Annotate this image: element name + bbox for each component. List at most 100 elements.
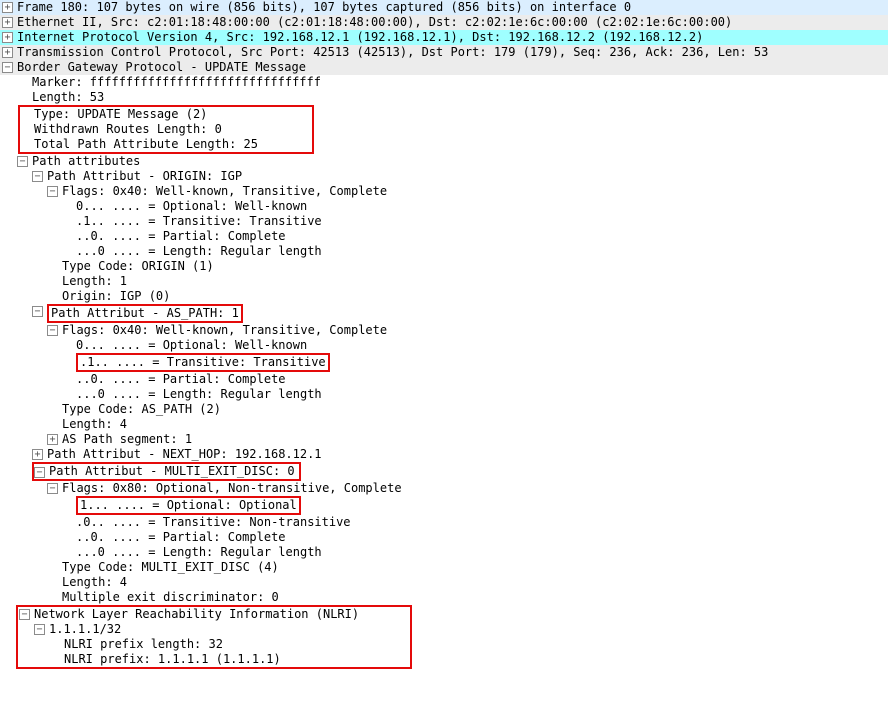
origin-len-row[interactable]: Length: 1 (0, 274, 888, 289)
bgp-type: Type: UPDATE Message (2) (34, 107, 207, 122)
ethernet-summary: Ethernet II, Src: c2:01:18:48:00:00 (c2:… (17, 15, 732, 30)
expand-icon[interactable] (2, 2, 13, 13)
collapse-icon[interactable] (32, 171, 43, 182)
origin-typecode-row[interactable]: Type Code: ORIGIN (1) (0, 259, 888, 274)
nlri-plen: NLRI prefix length: 32 (64, 637, 223, 652)
expand-icon[interactable] (2, 17, 13, 28)
collapse-icon[interactable] (32, 306, 43, 317)
nlri-pval: NLRI prefix: 1.1.1.1 (1.1.1.1) (64, 652, 281, 667)
expand-icon[interactable] (32, 449, 43, 460)
aspath-seg: AS Path segment: 1 (62, 432, 192, 447)
origin-b1-row[interactable]: .1.. .... = Transitive: Transitive (0, 214, 888, 229)
aspath-len: Length: 4 (62, 417, 127, 432)
bgp-totalpath: Total Path Attribute Length: 25 (34, 137, 258, 152)
collapse-icon[interactable] (17, 156, 28, 167)
med-flags-row[interactable]: Flags: 0x80: Optional, Non-transitive, C… (0, 481, 888, 496)
ip-summary: Internet Protocol Version 4, Src: 192.16… (17, 30, 703, 45)
aspath-b2: ..0. .... = Partial: Complete (76, 372, 286, 387)
med-b3-row[interactable]: ...0 .... = Length: Regular length (0, 545, 888, 560)
origin-typecode: Type Code: ORIGIN (1) (62, 259, 214, 274)
aspath-b1-row[interactable]: .1.. .... = Transitive: Transitive (0, 353, 888, 372)
bgp-length: Length: 53 (32, 90, 104, 105)
collapse-icon[interactable] (34, 467, 45, 478)
origin-title: Path Attribut - ORIGIN: IGP (47, 169, 242, 184)
bgp-row[interactable]: Border Gateway Protocol - UPDATE Message (0, 60, 888, 75)
aspath-b3-row[interactable]: ...0 .... = Length: Regular length (0, 387, 888, 402)
nlri-row[interactable]: Network Layer Reachability Information (… (18, 607, 410, 622)
origin-b0-row[interactable]: 0... .... = Optional: Well-known (0, 199, 888, 214)
med-title: Path Attribut - MULTI_EXIT_DISC: 0 (49, 464, 295, 479)
nlri-title: Network Layer Reachability Information (… (34, 607, 359, 622)
origin-len: Length: 1 (62, 274, 127, 289)
origin-b3: ...0 .... = Length: Regular length (76, 244, 322, 259)
bgp-marker-row[interactable]: Marker: ffffffffffffffffffffffffffffffff (0, 75, 888, 90)
bgp-totalpath-row[interactable]: Total Path Attribute Length: 25 (20, 137, 312, 152)
med-val: Multiple exit discriminator: 0 (62, 590, 279, 605)
med-len-row[interactable]: Length: 4 (0, 575, 888, 590)
aspath-b3: ...0 .... = Length: Regular length (76, 387, 322, 402)
origin-val: Origin: IGP (0) (62, 289, 170, 304)
collapse-icon[interactable] (47, 483, 58, 494)
origin-b0: 0... .... = Optional: Well-known (76, 199, 307, 214)
med-len: Length: 4 (62, 575, 127, 590)
ip-row[interactable]: Internet Protocol Version 4, Src: 192.16… (0, 30, 888, 45)
nlri-prefix: 1.1.1.1/32 (49, 622, 121, 637)
nexthop-title: Path Attribut - NEXT_HOP: 192.168.12.1 (47, 447, 322, 462)
bgp-marker: Marker: ffffffffffffffffffffffffffffffff (32, 75, 321, 90)
nlri-prefix-row[interactable]: 1.1.1.1/32 (18, 622, 410, 637)
collapse-icon[interactable] (2, 62, 13, 73)
aspath-flags-row[interactable]: Flags: 0x40: Well-known, Transitive, Com… (0, 323, 888, 338)
aspath-title: Path Attribut - AS_PATH: 1 (51, 306, 239, 320)
expand-icon[interactable] (2, 47, 13, 58)
med-b2-row[interactable]: ..0. .... = Partial: Complete (0, 530, 888, 545)
aspath-b2-row[interactable]: ..0. .... = Partial: Complete (0, 372, 888, 387)
med-b1: .0.. .... = Transitive: Non-transitive (76, 515, 351, 530)
nlri-plen-row[interactable]: NLRI prefix length: 32 (18, 637, 410, 652)
expand-icon[interactable] (47, 434, 58, 445)
aspath-typecode-row[interactable]: Type Code: AS_PATH (2) (0, 402, 888, 417)
expand-icon[interactable] (2, 32, 13, 43)
med-b3: ...0 .... = Length: Regular length (76, 545, 322, 560)
origin-b2: ..0. .... = Partial: Complete (76, 229, 286, 244)
origin-flags: Flags: 0x40: Well-known, Transitive, Com… (62, 184, 387, 199)
aspath-b0: 0... .... = Optional: Well-known (76, 338, 307, 353)
origin-val-row[interactable]: Origin: IGP (0) (0, 289, 888, 304)
nexthop-row[interactable]: Path Attribut - NEXT_HOP: 192.168.12.1 (0, 447, 888, 462)
origin-b1: .1.. .... = Transitive: Transitive (76, 214, 322, 229)
origin-b3-row[interactable]: ...0 .... = Length: Regular length (0, 244, 888, 259)
collapse-icon[interactable] (19, 609, 30, 620)
aspath-b1: .1.. .... = Transitive: Transitive (80, 355, 326, 369)
bgp-withdrawn-row[interactable]: Withdrawn Routes Length: 0 (20, 122, 312, 137)
aspath-seg-row[interactable]: AS Path segment: 1 (0, 432, 888, 447)
collapse-icon[interactable] (34, 624, 45, 635)
origin-row[interactable]: Path Attribut - ORIGIN: IGP (0, 169, 888, 184)
ethernet-row[interactable]: Ethernet II, Src: c2:01:18:48:00:00 (c2:… (0, 15, 888, 30)
med-b0-row[interactable]: 1... .... = Optional: Optional (0, 496, 888, 515)
nlri-pval-row[interactable]: NLRI prefix: 1.1.1.1 (1.1.1.1) (18, 652, 410, 667)
frame-row[interactable]: Frame 180: 107 bytes on wire (856 bits),… (0, 0, 888, 15)
med-b0: 1... .... = Optional: Optional (80, 498, 297, 512)
med-b1-row[interactable]: .0.. .... = Transitive: Non-transitive (0, 515, 888, 530)
med-val-row[interactable]: Multiple exit discriminator: 0 (0, 590, 888, 605)
med-flags: Flags: 0x80: Optional, Non-transitive, C… (62, 481, 402, 496)
bgp-title: Border Gateway Protocol - UPDATE Message (17, 60, 306, 75)
tcp-row[interactable]: Transmission Control Protocol, Src Port:… (0, 45, 888, 60)
tcp-summary: Transmission Control Protocol, Src Port:… (17, 45, 768, 60)
collapse-icon[interactable] (47, 186, 58, 197)
aspath-row[interactable]: Path Attribut - AS_PATH: 1 (0, 304, 888, 323)
aspath-typecode: Type Code: AS_PATH (2) (62, 402, 221, 417)
collapse-icon[interactable] (47, 325, 58, 336)
path-attrs-label: Path attributes (32, 154, 140, 169)
frame-summary: Frame 180: 107 bytes on wire (856 bits),… (17, 0, 631, 15)
origin-flags-row[interactable]: Flags: 0x40: Well-known, Transitive, Com… (0, 184, 888, 199)
bgp-length-row[interactable]: Length: 53 (0, 90, 888, 105)
med-row[interactable]: Path Attribut - MULTI_EXIT_DISC: 0 (0, 462, 888, 481)
med-typecode-row[interactable]: Type Code: MULTI_EXIT_DISC (4) (0, 560, 888, 575)
origin-b2-row[interactable]: ..0. .... = Partial: Complete (0, 229, 888, 244)
aspath-len-row[interactable]: Length: 4 (0, 417, 888, 432)
path-attrs-row[interactable]: Path attributes (0, 154, 888, 169)
bgp-type-row[interactable]: Type: UPDATE Message (2) (20, 107, 312, 122)
med-typecode: Type Code: MULTI_EXIT_DISC (4) (62, 560, 279, 575)
med-b2: ..0. .... = Partial: Complete (76, 530, 286, 545)
aspath-b0-row[interactable]: 0... .... = Optional: Well-known (0, 338, 888, 353)
